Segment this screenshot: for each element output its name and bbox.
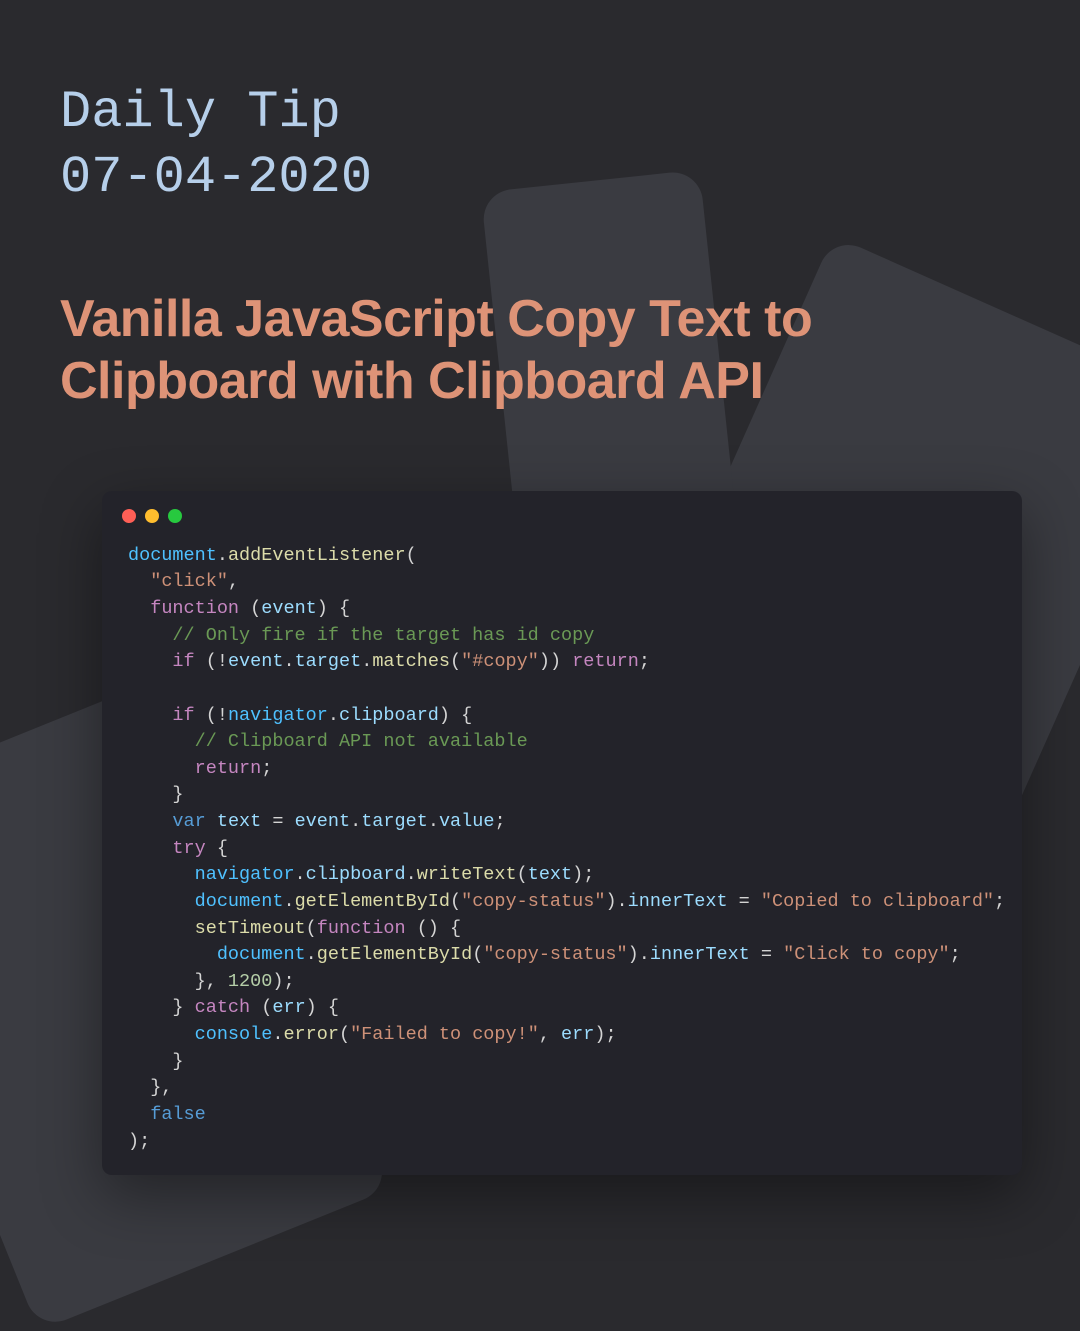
window-controls (102, 491, 1022, 529)
code-window: document.addEventListener( "click", func… (102, 491, 1022, 1175)
window-maximize-icon (168, 509, 182, 523)
page-title: Vanilla JavaScript Copy Text to Clipboar… (60, 288, 1020, 413)
code-block: document.addEventListener( "click", func… (102, 529, 1022, 1175)
heading-label: Daily Tip (60, 80, 1020, 145)
window-minimize-icon (145, 509, 159, 523)
window-close-icon (122, 509, 136, 523)
heading-date: 07-04-2020 (60, 145, 1020, 210)
